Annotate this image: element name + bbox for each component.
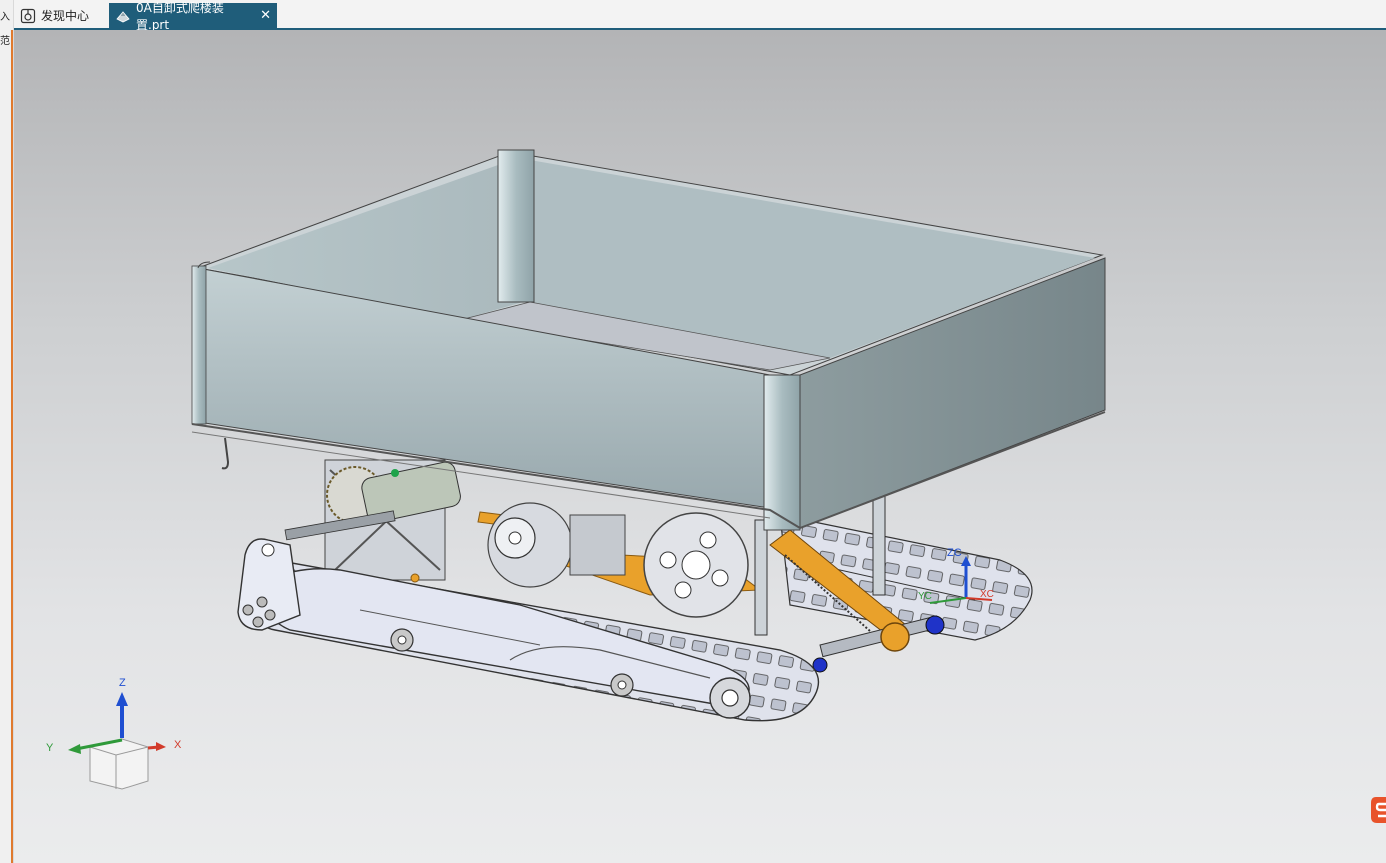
brand-logo-icon <box>1371 797 1386 823</box>
left-strip-glyph-mid: 范 <box>0 36 10 47</box>
tab-discovery-center[interactable]: 发现中心 <box>14 3 108 28</box>
crawler-stair-climbing-dumper-model[interactable]: ZC YC XC <box>14 30 1386 863</box>
csys-yc-label: YC <box>918 591 932 602</box>
document-tab-bar: 发现中心 0A自卸式爬楼装置.prt ✕ <box>14 0 1386 32</box>
left-strip-accent <box>11 30 13 863</box>
triad-y-label: Y <box>46 742 54 754</box>
tab-part-file[interactable]: 0A自卸式爬楼装置.prt ✕ <box>109 1 277 32</box>
left-strip-glyph-top: 入 <box>0 12 10 23</box>
tab-part-label: 0A自卸式爬楼装置.prt <box>136 0 224 32</box>
left-panel-strip: 入 范 <box>0 0 14 863</box>
close-icon[interactable]: ✕ <box>260 8 271 23</box>
graphics-viewport[interactable]: ZC YC XC Z Y X <box>14 30 1386 863</box>
triad-z-label: Z <box>119 677 126 689</box>
csys-zc-label: ZC <box>947 547 962 559</box>
tab-discovery-label: 发现中心 <box>41 9 90 23</box>
triad-x-label: X <box>174 739 182 751</box>
part-file-icon <box>116 10 130 22</box>
discovery-icon <box>20 8 36 23</box>
view-triad[interactable]: Z Y X <box>44 670 194 800</box>
csys-xc-label: XC <box>980 589 994 600</box>
